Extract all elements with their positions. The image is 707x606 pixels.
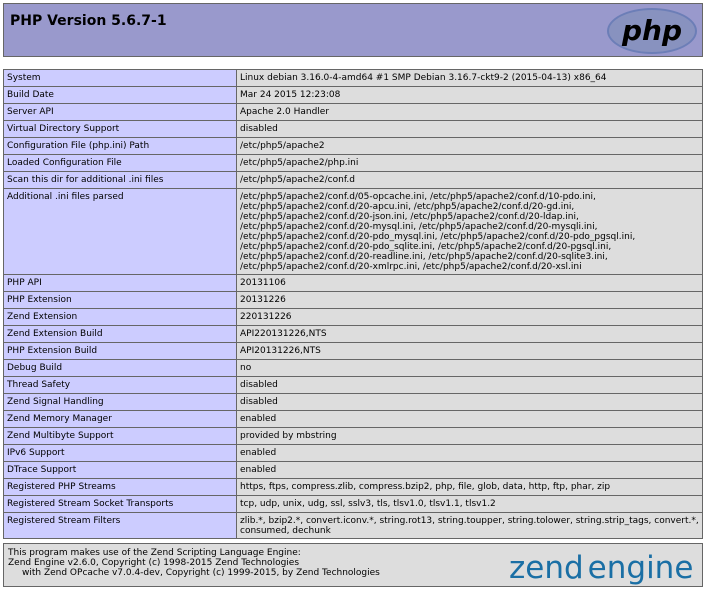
php-logo-text: php (621, 14, 682, 47)
table-row: Server API Apache 2.0 Handler (3, 103, 703, 121)
row-key: Zend Extension Build (3, 325, 237, 343)
footer-line-3: with Zend OPcache v7.0.4-dev, Copyright … (22, 568, 380, 578)
row-value: Mar 24 2015 12:23:08 (236, 86, 703, 104)
row-key: System (3, 69, 237, 87)
row-value: disabled (236, 393, 703, 411)
row-value: 20131106 (236, 274, 703, 292)
row-value: /etc/php5/apache2 (236, 137, 703, 155)
zend-logo-text: zend engine (509, 550, 693, 585)
row-key: Build Date (3, 86, 237, 104)
row-value: 220131226 (236, 308, 703, 326)
row-value: API20131226,NTS (236, 342, 703, 360)
table-row: Zend Multibyte Support provided by mbstri… (3, 427, 703, 445)
row-key: PHP API (3, 274, 237, 292)
table-row: Build Date Mar 24 2015 12:23:08 (3, 86, 703, 104)
row-value: /etc/php5/apache2/php.ini (236, 154, 703, 172)
row-value: tcp, udp, unix, udg, ssl, sslv3, tls, tl… (236, 495, 703, 513)
row-value: API220131226,NTS (236, 325, 703, 343)
row-key: Zend Memory Manager (3, 410, 237, 428)
row-value: /etc/php5/apache2/conf.d/05-opcache.ini,… (236, 188, 703, 275)
row-key: Registered Stream Filters (3, 512, 237, 539)
phpinfo-page: PHP Version 5.6.7-1 php System Linux debi… (0, 0, 707, 606)
table-row: Debug Build no (3, 359, 703, 377)
table-row: Zend Extension Build API220131226,NTS (3, 325, 703, 343)
table-row: Scan this dir for additional .ini files /… (3, 171, 703, 189)
row-value: disabled (236, 376, 703, 394)
table-row: Virtual Directory Support disabled (3, 120, 703, 138)
row-value: Apache 2.0 Handler (236, 103, 703, 121)
row-key: Additional .ini files parsed (3, 188, 237, 275)
row-value: provided by mbstring (236, 427, 703, 445)
row-key: Loaded Configuration File (3, 154, 237, 172)
table-row: Zend Signal Handling disabled (3, 393, 703, 411)
zend-engine-logo-icon[interactable]: zend engine (507, 547, 699, 585)
credits-footer: This program makes use of the Zend Scrip… (3, 543, 703, 587)
row-value: /etc/php5/apache2/conf.d (236, 171, 703, 189)
table-row: Zend Extension 220131226 (3, 308, 703, 326)
row-key: Zend Extension (3, 308, 237, 326)
footer-line-2: Zend Engine v2.6.0, Copyright (c) 1998-2… (8, 558, 300, 568)
table-row: Registered Stream Filters zlib.*, bzip2.*… (3, 512, 703, 539)
row-key: Server API (3, 103, 237, 121)
table-row: Additional .ini files parsed/etc/php5/ap… (3, 188, 703, 275)
page-title: PHP Version 5.6.7-1 (10, 13, 167, 29)
info-table: System Linux debian 3.16.0-4-amd64 #1 SMP… (3, 69, 703, 539)
row-value: Linux debian 3.16.0-4-amd64 #1 SMP Debia… (236, 69, 703, 87)
table-row: PHP Extension 20131226 (3, 291, 703, 309)
row-key: Registered PHP Streams (3, 478, 237, 496)
row-value: disabled (236, 120, 703, 138)
row-key: Registered Stream Socket Transports (3, 495, 237, 513)
row-value: enabled (236, 461, 703, 479)
footer-line-1: This program makes use of the Zend Scrip… (8, 548, 301, 558)
php-logo-icon[interactable]: php (606, 7, 698, 55)
row-value: enabled (236, 444, 703, 462)
table-row: Registered PHP Streams https, ftps, compr… (3, 478, 703, 496)
row-key: PHP Extension Build (3, 342, 237, 360)
table-row: Zend Memory Manager enabled (3, 410, 703, 428)
table-row: PHP Extension Build API20131226,NTS (3, 342, 703, 360)
table-row: Thread Safety disabled (3, 376, 703, 394)
row-key: Virtual Directory Support (3, 120, 237, 138)
row-key: Thread Safety (3, 376, 237, 394)
row-value: enabled (236, 410, 703, 428)
table-row: DTrace Support enabled (3, 461, 703, 479)
row-key: Zend Multibyte Support (3, 427, 237, 445)
row-key: Debug Build (3, 359, 237, 377)
table-row: Configuration File (php.ini) Path/etc/ph… (3, 137, 703, 155)
table-row: PHP API 20131106 (3, 274, 703, 292)
row-value: https, ftps, compress.zlib, compress.bzi… (236, 478, 703, 496)
table-row: Registered Stream Socket Transports tcp, … (3, 495, 703, 513)
table-row: System Linux debian 3.16.0-4-amd64 #1 SMP… (3, 69, 703, 87)
version-header: PHP Version 5.6.7-1 php (3, 3, 703, 57)
row-value: no (236, 359, 703, 377)
row-key: DTrace Support (3, 461, 237, 479)
row-key: Zend Signal Handling (3, 393, 237, 411)
table-row: IPv6 Support enabled (3, 444, 703, 462)
row-key: IPv6 Support (3, 444, 237, 462)
row-key: PHP Extension (3, 291, 237, 309)
row-key: Scan this dir for additional .ini files (3, 171, 237, 189)
row-value: zlib.*, bzip2.*, convert.iconv.*, string… (236, 512, 703, 539)
row-key: Configuration File (php.ini) Path (3, 137, 237, 155)
row-value: 20131226 (236, 291, 703, 309)
table-row: Loaded Configuration File/etc/php5/apach… (3, 154, 703, 172)
